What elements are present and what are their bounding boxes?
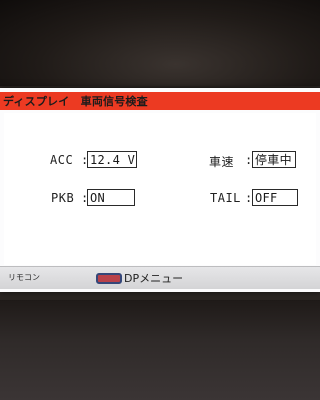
remote-label: リモコン	[8, 273, 40, 282]
title-bar: ディスプレイ 車両信号検査	[0, 92, 320, 110]
pkb-label: PKB	[51, 191, 75, 205]
tail-value: OFF	[252, 189, 298, 206]
dp-menu-button[interactable]: DPメニュー	[96, 271, 183, 285]
dp-menu-label: DPメニュー	[124, 272, 184, 285]
acc-label: ACC	[50, 153, 74, 167]
signal-panel: ACC : 12.4 V 車速 : 停車中 PKB : ON TAIL : OF…	[4, 113, 316, 265]
page-title: ディスプレイ 車両信号検査	[3, 95, 148, 108]
bottom-bar: リモコン DPメニュー	[0, 266, 320, 289]
display-bezel-bottom	[0, 300, 320, 400]
dp-key-icon	[96, 272, 122, 284]
camera-photo: ディスプレイ 車両信号検査 ACC : 12.4 V 車速 : 停車中 PKB …	[0, 0, 320, 400]
speed-label: 車速	[209, 155, 235, 169]
pkb-value: ON	[87, 189, 135, 206]
display-bezel-top	[0, 0, 320, 86]
display-screen: ディスプレイ 車両信号検査 ACC : 12.4 V 車速 : 停車中 PKB …	[0, 88, 320, 292]
tail-label: TAIL	[210, 191, 241, 205]
speed-value: 停車中	[252, 151, 296, 168]
acc-value: 12.4 V	[87, 151, 137, 168]
